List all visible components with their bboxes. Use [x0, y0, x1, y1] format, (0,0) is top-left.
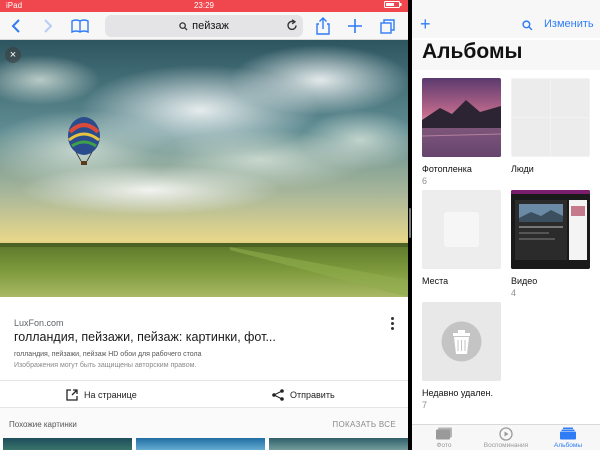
album-name: Места	[422, 276, 449, 286]
tab-memories[interactable]: Воспоминания	[476, 425, 536, 450]
result-image[interactable]: ×	[0, 40, 408, 297]
forward-icon[interactable]	[40, 15, 56, 37]
reload-icon[interactable]	[286, 19, 298, 37]
trash-icon	[422, 302, 501, 381]
address-text: пейзаж	[192, 20, 229, 32]
tab-label: Фото	[436, 442, 452, 449]
album-cover	[511, 190, 590, 269]
close-icon[interactable]: ×	[5, 47, 21, 63]
copyright-note: Изображения могут быть защищены авторски…	[14, 362, 197, 369]
open-on-page-button[interactable]: На странице	[66, 381, 137, 408]
tabs-icon[interactable]	[378, 15, 396, 37]
open-external-icon	[66, 388, 78, 401]
page-title: Альбомы	[412, 40, 600, 70]
safari-toolbar: пейзаж	[0, 12, 408, 40]
memories-icon	[499, 427, 513, 441]
photos-icon	[436, 427, 452, 440]
plus-icon[interactable]: +	[420, 15, 431, 33]
add-tab-icon[interactable]	[346, 15, 364, 37]
album-count: 4	[511, 288, 517, 298]
show-all-link[interactable]: ПОКАЗАТЬ ВСЕ	[332, 420, 396, 429]
album-name: Фотопленка	[422, 164, 472, 174]
photos-pane: + Изменить Альбомы Фотопленка 6 Люди Мес…	[412, 12, 600, 450]
result-actions: На странице Отправить	[0, 380, 408, 408]
status-bar-right	[412, 0, 600, 12]
similar-images-title: Похожие картинки	[9, 420, 77, 429]
split-handle[interactable]	[409, 208, 411, 238]
landscape-photo	[0, 40, 408, 297]
album-cover	[422, 190, 501, 269]
result-source[interactable]: LuxFon.com	[14, 318, 64, 328]
share-nodes-icon	[272, 388, 284, 401]
share-icon[interactable]	[314, 15, 332, 37]
open-on-page-label: На странице	[84, 389, 137, 400]
album-name: Люди	[511, 164, 534, 174]
search-icon	[179, 21, 188, 31]
tab-label: Альбомы	[554, 442, 582, 449]
battery-icon	[384, 0, 402, 12]
bookmarks-icon[interactable]	[70, 15, 90, 37]
search-icon[interactable]	[522, 18, 533, 36]
similar-thumb[interactable]	[3, 438, 132, 450]
tab-photos[interactable]: Фото	[414, 425, 474, 450]
more-vert-icon[interactable]	[388, 316, 396, 332]
similar-images-header: Похожие картинки ПОКАЗАТЬ ВСЕ	[0, 408, 408, 438]
tab-albums[interactable]: Альбомы	[538, 425, 598, 450]
share-result-button[interactable]: Отправить	[272, 381, 335, 408]
status-bar: iPad 23:29	[0, 0, 408, 12]
album-count: 6	[422, 176, 428, 186]
album-cover	[422, 78, 501, 157]
similar-thumb[interactable]	[269, 438, 408, 450]
edit-button[interactable]: Изменить	[544, 18, 594, 30]
photos-nav-bar: + Изменить	[412, 12, 600, 38]
result-description: голландия, пейзажи, пейзаж HD обои для р…	[14, 351, 202, 358]
album-cover	[511, 78, 590, 157]
share-label: Отправить	[290, 389, 335, 400]
similar-thumb[interactable]	[136, 438, 265, 450]
similar-thumbnails	[0, 438, 408, 450]
back-icon[interactable]	[8, 15, 24, 37]
tab-label: Воспоминания	[483, 442, 529, 449]
status-time: 23:29	[193, 1, 215, 10]
album-name: Видео	[511, 276, 538, 286]
address-bar[interactable]: пейзаж	[105, 15, 303, 37]
album-count: 7	[422, 400, 428, 410]
tab-bar: Фото Воспоминания Альбомы	[412, 424, 600, 450]
result-title[interactable]: голландия, пейзажи, пейзаж: картинки, фо…	[14, 330, 276, 344]
album-cover	[422, 302, 501, 381]
albums-icon	[560, 427, 576, 440]
safari-pane: пейзаж × LuxFon.com голландия, пейзажи, …	[0, 12, 408, 450]
album-name: Недавно удален.	[422, 388, 494, 398]
